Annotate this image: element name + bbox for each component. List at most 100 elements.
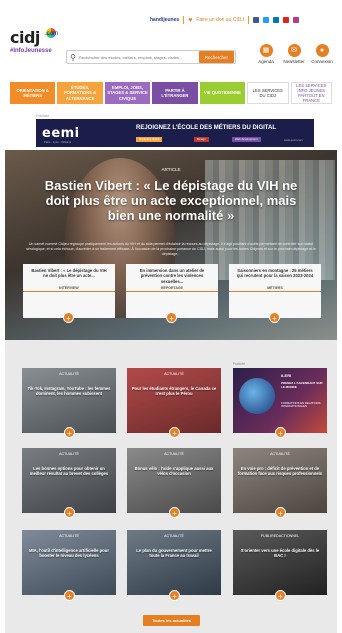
site-logo[interactable]: .com cidj #InfoJeunesse (10, 28, 70, 64)
news-card-title: Bonus vélo : l'aide s'applique aussi aux… (134, 466, 214, 477)
plus-icon[interactable]: + (64, 507, 75, 518)
hero-article[interactable]: ARTICLE Bastien Vibert : « Le dépistage … (5, 150, 337, 340)
featured-card[interactable]: REPORTAGE En immersion dans un atelier d… (126, 264, 218, 323)
ad-headline: REJOIGNEZ L'ÉCOLE DES MÉTIERS DU DIGITAL (136, 125, 276, 131)
ad-chip: Design (194, 137, 209, 142)
plus-icon[interactable]: + (64, 427, 75, 438)
plus-icon[interactable]: + (275, 427, 286, 438)
news-card-title: Le plan du gouvernement pour mettre tout… (136, 548, 212, 559)
news-card[interactable]: ACTUALITÉ Tik-Tok, Instagram, YouTube : … (22, 368, 116, 433)
news-card-category: ACTUALITÉ (164, 372, 184, 376)
youtube-icon[interactable] (282, 17, 289, 23)
news-card[interactable]: ACTUALITÉ Pour les étudiants étrangers, … (127, 368, 221, 433)
all-news-button[interactable]: Toutes les actualités (143, 615, 200, 626)
login-button[interactable]: ● Connexion (310, 44, 334, 64)
login-label: Connexion (311, 59, 333, 64)
news-card-title: En voie pro : déficit de prévention et d… (237, 466, 323, 477)
news-card-title: Pour les étudiants étrangers, le Canada … (131, 386, 217, 397)
agenda-label: Agenda (258, 59, 274, 64)
ad-chip: Marketing digital (136, 137, 163, 142)
hero-category: ARTICLE (161, 167, 181, 172)
globe-icon (239, 378, 275, 414)
featured-card-title: Saisonniers en montagne : 25 métiers qui… (236, 268, 314, 279)
user-icon: ● (315, 44, 329, 57)
ad-cities: Paris · Lyon · Orléans (44, 140, 72, 144)
plus-icon[interactable]: + (269, 312, 280, 323)
mail-icon: ✉ (287, 44, 301, 57)
featured-card-category: INTERVIEW (23, 286, 115, 292)
plus-icon[interactable]: + (169, 590, 180, 601)
plus-icon[interactable]: + (275, 507, 286, 518)
plus-icon[interactable]: + (169, 507, 180, 518)
agenda-button[interactable]: ▦ Agenda (254, 44, 278, 64)
ad-label: Publicité (233, 362, 246, 366)
nav-item-emploi[interactable]: EMPLOI, JOBS, STAGES & SERVICE CIVIQUE (104, 82, 151, 104)
divider (247, 16, 249, 24)
search-button[interactable]: Rechercher (198, 51, 234, 63)
facebook-icon[interactable] (252, 17, 259, 23)
logo-word: cidj (10, 28, 40, 47)
nav-item-services-cidj[interactable]: LES SERVICES DU CIDJ (247, 82, 289, 104)
logo-suffix: .com (45, 31, 59, 37)
news-card-title: Tik-Tok, Instagram, YouTube : les femmes… (27, 386, 111, 397)
plus-icon[interactable]: + (166, 312, 177, 323)
news-card-category: ACTUALITÉ (270, 452, 290, 456)
featured-card[interactable]: MÉTIERS Saisonniers en montagne : 25 mét… (229, 264, 321, 323)
news-card-category: PUBLIREDACTIONNEL (260, 534, 300, 538)
plus-icon[interactable]: + (169, 427, 180, 438)
news-card-title: MIA, l'outil d'intelligence artificielle… (29, 548, 109, 559)
ad-logo: ILERI (281, 373, 292, 378)
news-card-category: ACTUALITÉ (59, 534, 79, 538)
hero-description: Un carnet nommé Cidjeu regroupe pratique… (26, 242, 316, 256)
search-icon: ⚲ (70, 52, 76, 62)
newsletter-button[interactable]: ✉ Newsletter (282, 44, 306, 64)
ad-label: Publicité (36, 114, 50, 118)
utility-bar: handijeunes ♥ Faire un don au CIDJ (150, 14, 340, 26)
news-card-title: S'orienter vers une école digitale dès l… (240, 548, 320, 559)
plus-icon[interactable]: + (275, 590, 286, 601)
plus-icon[interactable]: + (64, 590, 75, 601)
plus-icon[interactable]: + (63, 312, 74, 323)
news-card[interactable]: ACTUALITÉ Bonus vélo : l'aide s'applique… (127, 448, 221, 513)
ad-banner[interactable]: eemi Paris · Lyon · Orléans REJOIGNEZ L'… (36, 119, 314, 147)
ad-card[interactable]: ILERI PRENEZ L'ASCENDANT SUR LE MONDE FO… (233, 368, 327, 433)
news-card-category: ACTUALITÉ (59, 452, 79, 456)
hero-title[interactable]: Bastien Vibert : « Le dépistage du VIH n… (35, 178, 307, 224)
ad-text: PRENEZ L'ASCENDANT SUR LE MONDE (281, 381, 323, 389)
logo-tagline: #InfoJeunesse (10, 48, 52, 54)
featured-card-title: En immersion dans un atelier de préventi… (139, 268, 205, 284)
donate-icon: ♥ (188, 16, 193, 24)
nav-item-etudes[interactable]: ÉTUDES, FORMATIONS & ALTERNANCE (57, 82, 103, 104)
news-card-category: ACTUALITÉ (164, 452, 184, 456)
nav-item-services-info-jeunes[interactable]: LES SERVICES INFO JEUNES PARTOUT EN FRAN… (290, 82, 332, 104)
search-bar: ⚲ Rechercher (66, 50, 236, 64)
ad-subtext: FORMATIONS EN RELATIONS INTERNATIONALES (281, 401, 321, 409)
ad-brand: eemi (42, 125, 80, 141)
newsletter-label: Newsletter (283, 59, 305, 64)
news-card-title: Les bonnes options pour obtenir un meill… (29, 466, 109, 477)
news-card-category: ACTUALITÉ (164, 534, 184, 538)
news-card[interactable]: ACTUALITÉ En voie pro : déficit de préve… (233, 448, 327, 513)
divider (183, 16, 185, 24)
featured-card-title: Bastien Vibert : « Le dépistage du VIH n… (31, 268, 107, 279)
handijeunes-link[interactable]: handijeunes (150, 17, 179, 23)
nav-item-vie-quotidienne[interactable]: VIE QUOTIDIENNE (199, 82, 246, 104)
featured-card-category: MÉTIERS (229, 286, 321, 292)
news-card[interactable]: ACTUALITÉ MIA, l'outil d'intelligence ar… (22, 530, 116, 595)
featured-card[interactable]: INTERVIEW Bastien Vibert : « Le dépistag… (23, 264, 115, 323)
search-input[interactable] (79, 54, 199, 60)
twitter-icon[interactable] (262, 17, 269, 23)
featured-card-category: REPORTAGE (126, 286, 218, 292)
calendar-icon: ▦ (259, 44, 273, 57)
news-card[interactable]: PUBLIREDACTIONNEL S'orienter vers une éc… (233, 530, 327, 595)
nav-item-etranger[interactable]: PARTIR À L'ÉTRANGER (152, 82, 198, 104)
news-card[interactable]: ACTUALITÉ Le plan du gouvernement pour m… (127, 530, 221, 595)
news-card[interactable]: ACTUALITÉ Les bonnes options pour obteni… (22, 448, 116, 513)
news-card-category: ACTUALITÉ (59, 372, 79, 376)
linkedin-icon[interactable] (272, 17, 279, 23)
nav-item-orientation[interactable]: ORIENTATION & MÉTIERS (10, 82, 56, 104)
ad-chip: Web development (232, 137, 261, 142)
donate-link[interactable]: Faire un don au CIDJ (196, 17, 244, 23)
instagram-icon[interactable] (292, 17, 299, 23)
main-nav: ORIENTATION & MÉTIERS ÉTUDES, FORMATIONS… (10, 82, 332, 104)
